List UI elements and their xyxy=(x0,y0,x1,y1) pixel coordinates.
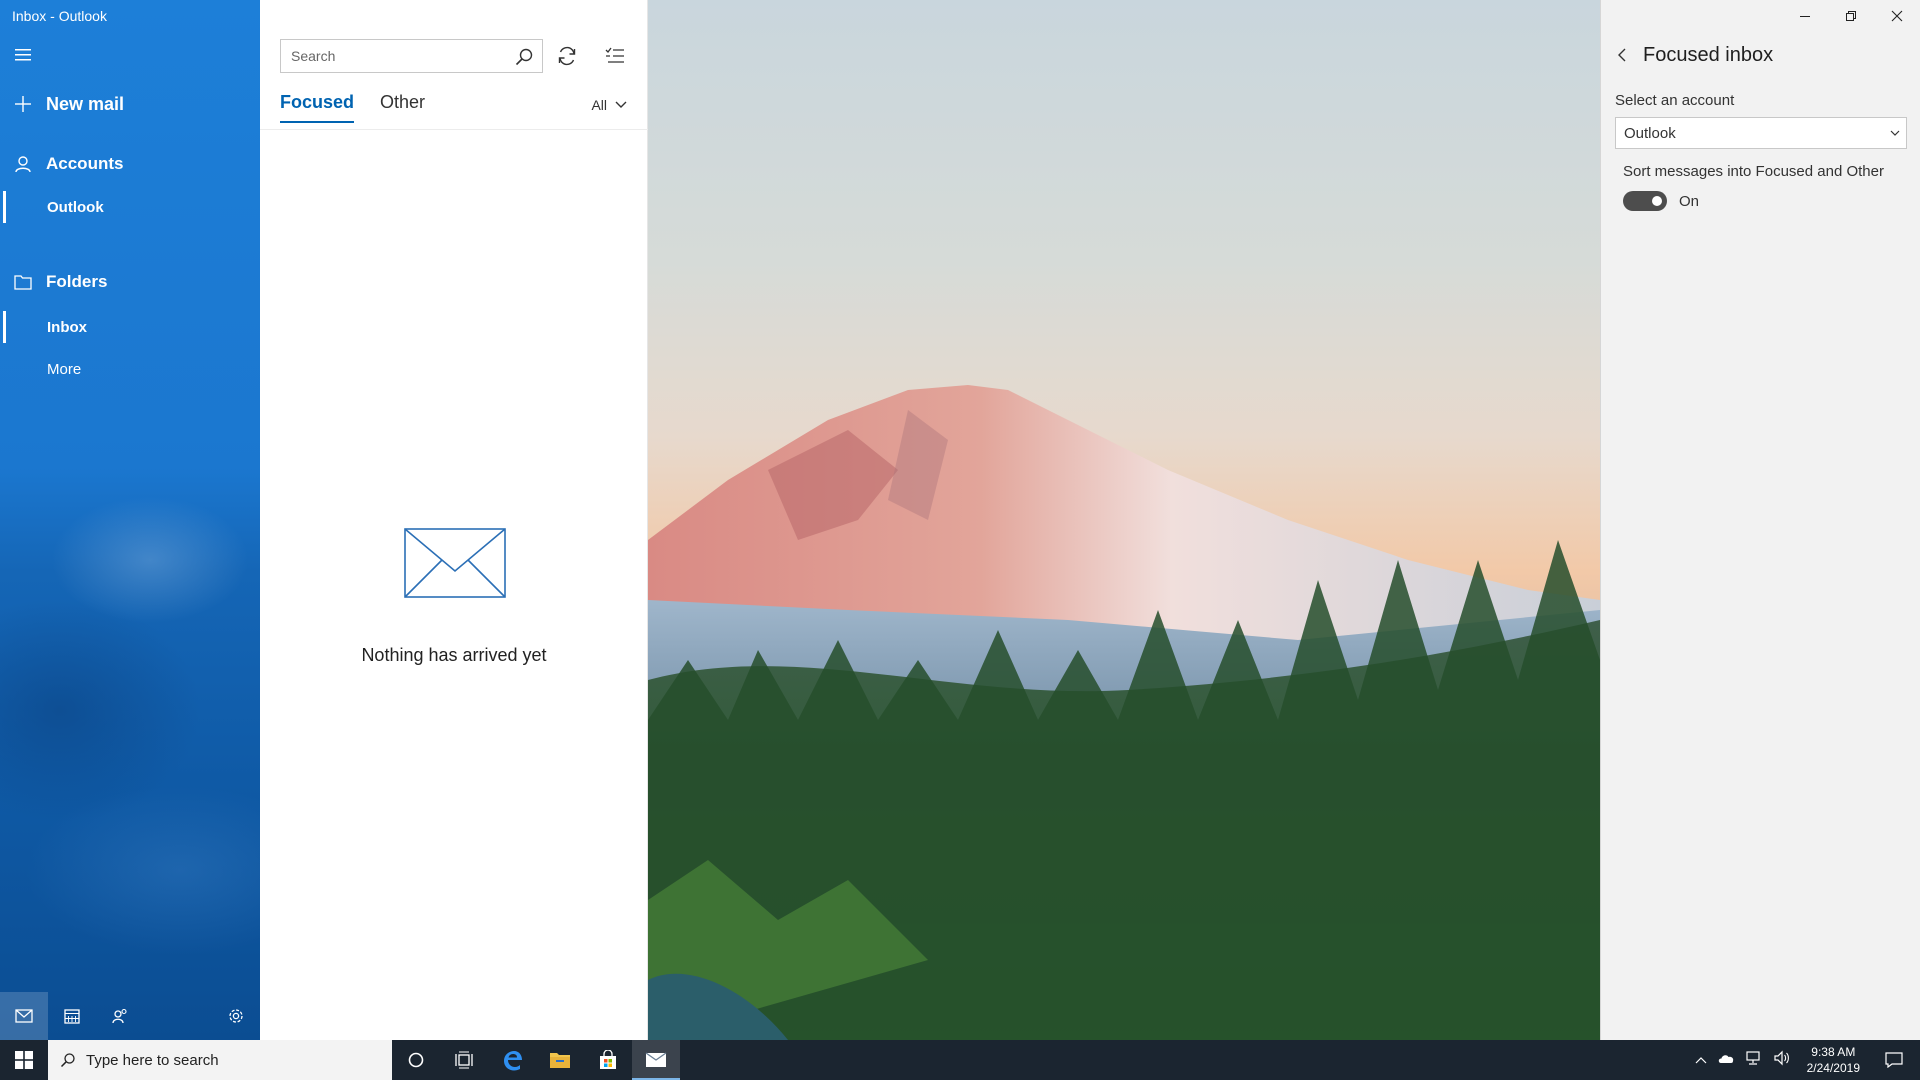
taskbar-clock[interactable]: 9:38 AM 2/24/2019 xyxy=(1801,1044,1866,1076)
network-icon[interactable] xyxy=(1745,1050,1763,1071)
gear-icon xyxy=(229,1009,243,1023)
message-list-pane: Focused Other All Nothing has arrived ye… xyxy=(260,0,648,1040)
selection-mode-button[interactable] xyxy=(602,43,628,69)
notification-icon xyxy=(1885,1052,1903,1068)
tab-other[interactable]: Other xyxy=(380,92,425,123)
task-view-button[interactable] xyxy=(440,1040,488,1080)
taskbar-search-box[interactable]: Type here to search xyxy=(48,1040,392,1080)
person-icon xyxy=(0,155,46,173)
tab-focused[interactable]: Focused xyxy=(280,92,355,123)
task-view-icon xyxy=(455,1051,473,1069)
folder-item-inbox[interactable]: Inbox xyxy=(0,307,260,347)
taskbar-search-placeholder: Type here to search xyxy=(86,1051,219,1069)
start-button[interactable] xyxy=(0,1040,48,1080)
settings-button[interactable] xyxy=(212,992,260,1040)
filter-dropdown[interactable]: All xyxy=(591,97,627,113)
back-button[interactable] xyxy=(1615,47,1629,68)
close-button[interactable] xyxy=(1874,0,1920,32)
folder-icon xyxy=(550,1053,570,1068)
filter-label: All xyxy=(591,97,607,113)
minimize-icon xyxy=(1800,16,1810,17)
taskbar: Type here to search 9:38 AM 2/24/2019 xyxy=(0,1040,1920,1080)
checklist-icon xyxy=(605,47,624,63)
chevron-up-icon[interactable] xyxy=(1695,1051,1707,1069)
mail-app-taskbar-button[interactable] xyxy=(632,1040,680,1080)
folder-icon xyxy=(0,274,46,290)
account-item-outlook[interactable]: Outlook xyxy=(0,187,260,227)
sync-icon xyxy=(558,46,576,66)
mail-icon xyxy=(645,1052,667,1067)
calendar-switch-button[interactable] xyxy=(48,992,96,1040)
search-box[interactable] xyxy=(280,39,543,73)
people-icon xyxy=(112,1008,127,1024)
calendar-icon xyxy=(64,1009,80,1024)
navigation-pane: Inbox - Outlook New mail Accounts Outloo… xyxy=(0,0,260,1040)
chevron-down-icon xyxy=(615,101,627,108)
nav-background-image xyxy=(0,490,260,970)
hamburger-menu-icon[interactable] xyxy=(12,44,34,66)
focused-inbox-settings-pane: Focused inbox Select an account Outlook … xyxy=(1600,0,1920,1040)
new-mail-label: New mail xyxy=(46,93,125,114)
mail-icon xyxy=(15,1009,33,1023)
folders-label: Folders xyxy=(46,272,108,291)
minimize-button[interactable] xyxy=(1782,0,1828,32)
window-title: Inbox - Outlook xyxy=(12,8,107,24)
folder-label: More xyxy=(47,360,82,378)
cortana-icon xyxy=(408,1052,424,1068)
window-controls xyxy=(1782,0,1920,32)
volume-icon[interactable] xyxy=(1773,1050,1791,1071)
search-icon[interactable] xyxy=(514,47,534,72)
sort-messages-label: Sort messages into Focused and Other xyxy=(1623,163,1884,180)
account-name: Outlook xyxy=(47,198,104,216)
search-icon xyxy=(60,1053,75,1068)
cortana-button[interactable] xyxy=(392,1040,440,1080)
new-mail-button[interactable]: New mail xyxy=(0,88,260,120)
chevron-down-icon xyxy=(1890,130,1900,136)
plus-icon xyxy=(0,95,46,113)
windows-logo-icon xyxy=(15,1051,33,1069)
mail-app-window: Inbox - Outlook New mail Accounts Outloo… xyxy=(0,0,1920,1040)
focused-inbox-toggle[interactable] xyxy=(1623,191,1667,211)
system-tray: 9:38 AM 2/24/2019 xyxy=(1695,1040,1920,1080)
settings-title: Focused inbox xyxy=(1643,44,1774,66)
restore-button[interactable] xyxy=(1828,0,1874,32)
restore-icon xyxy=(1846,11,1856,21)
inbox-tabs: Focused Other xyxy=(280,92,451,123)
onedrive-icon[interactable] xyxy=(1717,1051,1735,1069)
account-select[interactable]: Outlook xyxy=(1615,117,1907,149)
store-button[interactable] xyxy=(584,1040,632,1080)
folder-item-more[interactable]: More xyxy=(0,349,260,389)
toggle-knob xyxy=(1652,196,1662,206)
background-landscape-image xyxy=(648,0,1600,1040)
folder-label: Inbox xyxy=(47,318,87,336)
close-icon xyxy=(1891,10,1903,22)
empty-inbox-message: Nothing has arrived yet xyxy=(361,645,547,665)
edge-browser-button[interactable] xyxy=(488,1040,536,1080)
toggle-state-label: On xyxy=(1679,193,1700,210)
selected-account: Outlook xyxy=(1624,124,1676,142)
edge-icon xyxy=(504,1051,522,1071)
action-center-button[interactable] xyxy=(1876,1040,1912,1080)
file-explorer-button[interactable] xyxy=(536,1040,584,1080)
select-account-label: Select an account xyxy=(1615,92,1735,109)
people-switch-button[interactable] xyxy=(96,992,144,1040)
mountain-illustration xyxy=(648,385,1600,1040)
mail-switch-button[interactable] xyxy=(0,992,48,1040)
accounts-heading[interactable]: Accounts xyxy=(0,148,260,180)
sync-button[interactable] xyxy=(554,43,580,69)
divider xyxy=(260,129,648,130)
clock-date: 2/24/2019 xyxy=(1806,1061,1860,1075)
accounts-label: Accounts xyxy=(46,154,124,173)
store-bag-icon xyxy=(600,1050,616,1069)
folders-heading[interactable]: Folders xyxy=(0,266,260,298)
clock-time: 9:38 AM xyxy=(1811,1045,1856,1059)
chevron-left-icon xyxy=(1618,48,1626,62)
nav-bottom-bar xyxy=(0,992,260,1040)
search-input[interactable] xyxy=(281,40,501,72)
envelope-icon xyxy=(404,528,506,603)
